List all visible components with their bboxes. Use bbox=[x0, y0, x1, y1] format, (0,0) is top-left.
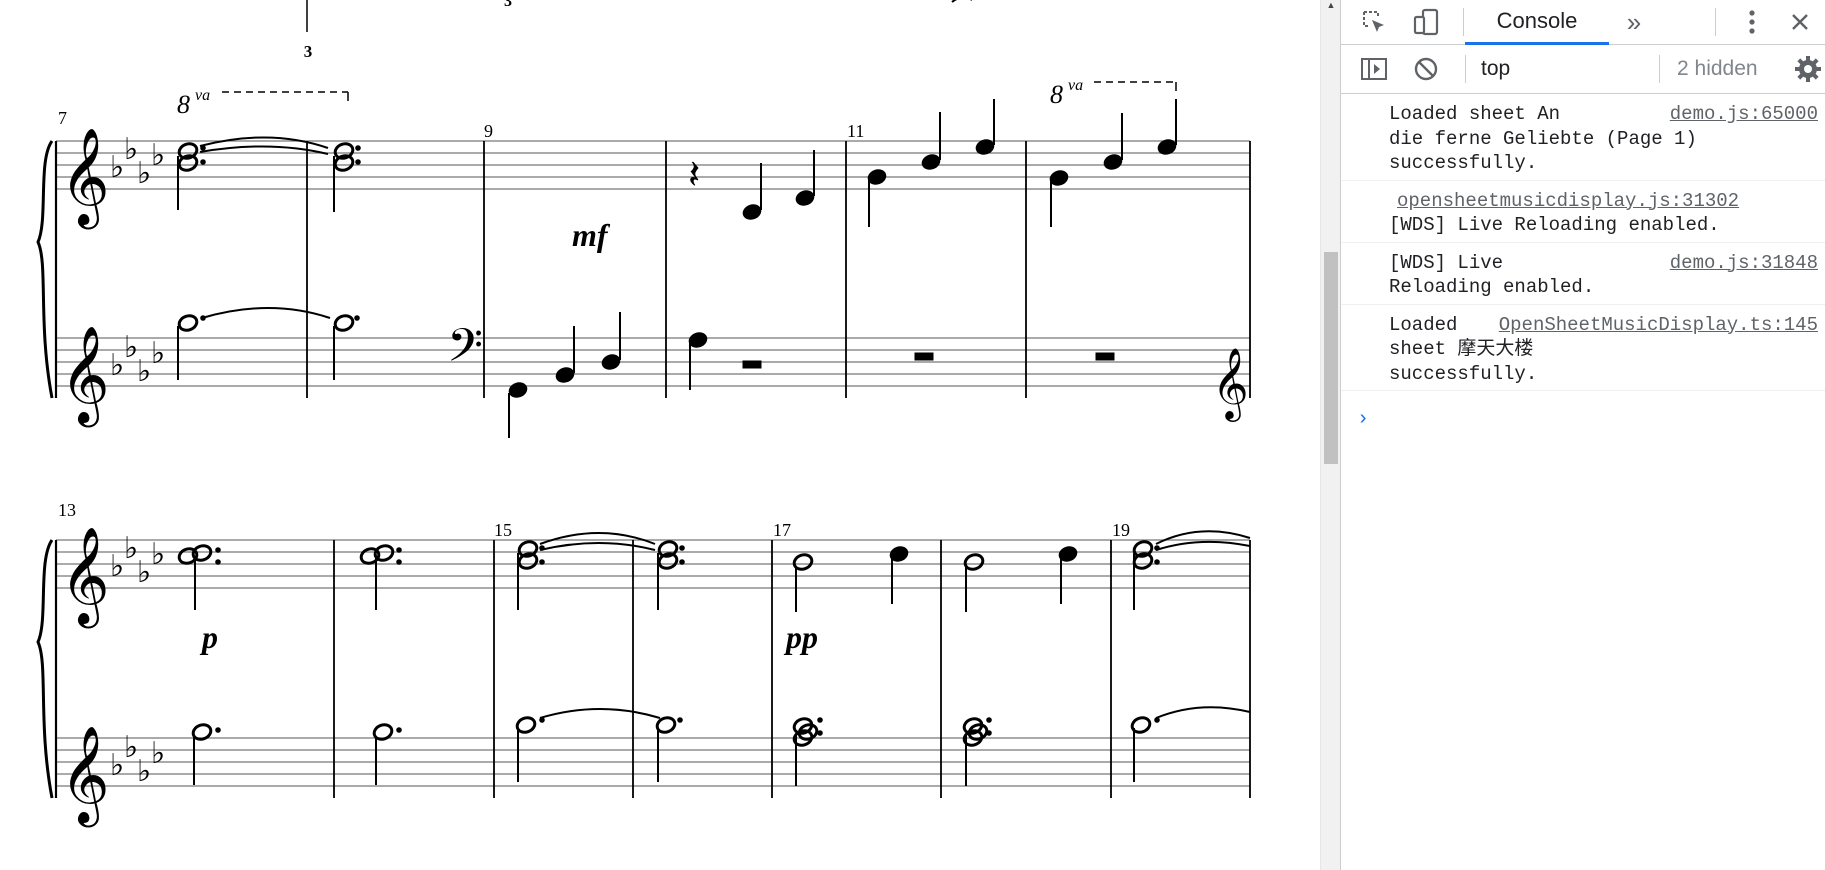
measure-number-13: 13 bbox=[58, 500, 76, 520]
device-toolbar-icon[interactable] bbox=[1409, 0, 1443, 44]
measure-number-17: 17 bbox=[773, 520, 791, 540]
console-toolbar: top 2 hidden bbox=[1341, 45, 1825, 94]
bass-clef-icon: 𝄢 bbox=[447, 321, 483, 383]
system-1-staves bbox=[54, 140, 1251, 398]
system-1-brace bbox=[36, 140, 54, 399]
sheet-music-area: 3 3 7 9 11 𝄞 𝄞 𝄢 𝄞 ♭ ♭ ♭ ♭ ♭ ♭ ♭ ♭ 8 va … bbox=[0, 0, 1320, 870]
system-2-treble-notes bbox=[177, 530, 1251, 612]
treble-clef-icon: 𝄞 bbox=[1212, 348, 1249, 422]
sidebar-toggle-icon[interactable] bbox=[1357, 45, 1391, 93]
message-source-link[interactable]: demo.js:31848 bbox=[1670, 251, 1818, 276]
message-text: Loaded sheet An die ferne Geliebte (Page… bbox=[1389, 103, 1697, 174]
measure-number-19: 19 bbox=[1112, 520, 1130, 540]
hidden-messages-count[interactable]: 2 hidden bbox=[1677, 53, 1793, 85]
previous-system-fragment: 3 3 bbox=[304, 0, 972, 61]
console-message: opensheetmusicdisplay.js:31302 [WDS] Live… bbox=[1341, 181, 1825, 243]
svg-text:♭: ♭ bbox=[151, 538, 165, 571]
svg-text:8: 8 bbox=[177, 90, 190, 119]
kebab-menu-icon[interactable] bbox=[1737, 0, 1767, 44]
toolbar-separator bbox=[1659, 55, 1660, 83]
system-2: 13 15 17 19 𝄞 𝄞 ♭♭♭♭ ♭♭♭♭ p pp bbox=[36, 500, 1251, 827]
page-scrollbar[interactable]: ▲ bbox=[1320, 0, 1341, 870]
svg-text:♭: ♭ bbox=[151, 139, 165, 172]
svg-text:♭: ♭ bbox=[137, 355, 151, 388]
element-picker-icon[interactable] bbox=[1357, 0, 1391, 44]
devtools-panel: Console » top 2 hidden demo.js:65000 Load… bbox=[1340, 0, 1825, 870]
svg-text:♭: ♭ bbox=[110, 151, 124, 184]
console-message: OpenSheetMusicDisplay.ts:145 Loaded sheet… bbox=[1341, 305, 1825, 391]
treble-clef-icon: 𝄞 bbox=[60, 328, 110, 427]
dynamic-marking: mf bbox=[572, 217, 611, 253]
system-1-bass-notes bbox=[177, 307, 1115, 438]
toolbar-separator bbox=[1715, 8, 1716, 36]
console-messages: demo.js:65000 Loaded sheet An die ferne G… bbox=[1341, 94, 1825, 391]
svg-text:8: 8 bbox=[1050, 80, 1063, 109]
toolbar-separator bbox=[1463, 8, 1464, 36]
gear-icon[interactable] bbox=[1793, 45, 1823, 93]
svg-text:♭: ♭ bbox=[137, 755, 151, 788]
svg-text:♭: ♭ bbox=[137, 556, 151, 589]
message-source-link[interactable]: OpenSheetMusicDisplay.ts:145 bbox=[1499, 313, 1818, 338]
close-icon[interactable] bbox=[1783, 0, 1817, 44]
toolbar-separator bbox=[1465, 55, 1466, 83]
console-prompt[interactable]: › bbox=[1357, 408, 1369, 431]
clear-console-icon[interactable] bbox=[1409, 45, 1443, 93]
scroll-up-arrow-icon[interactable]: ▲ bbox=[1325, 0, 1337, 10]
measure-number-11: 11 bbox=[847, 121, 864, 141]
system-2-staves bbox=[54, 539, 1251, 798]
svg-text:♭: ♭ bbox=[110, 749, 124, 782]
dynamic-marking: p bbox=[199, 619, 218, 655]
message-text: [WDS] Live Reloading enabled. bbox=[1389, 214, 1720, 236]
measure-number-9: 9 bbox=[484, 121, 493, 141]
message-source-link[interactable]: opensheetmusicdisplay.js:31302 bbox=[1397, 189, 1818, 214]
svg-text:♭: ♭ bbox=[137, 157, 151, 190]
message-source-link[interactable]: demo.js:65000 bbox=[1670, 102, 1818, 127]
context-selector[interactable]: top bbox=[1481, 53, 1651, 85]
svg-text:va: va bbox=[195, 87, 210, 104]
system-2-brace bbox=[36, 539, 54, 799]
svg-text:♭: ♭ bbox=[110, 550, 124, 583]
tuplet-number: 3 bbox=[304, 42, 313, 61]
console-message: demo.js:31848 [WDS] Live Reloading enable… bbox=[1341, 243, 1825, 305]
message-prefix: L bbox=[1389, 313, 1401, 336]
key-signature: ♭♭♭♭ ♭♭♭♭ bbox=[110, 133, 165, 388]
svg-text:♭: ♭ bbox=[110, 349, 124, 382]
svg-text:♭: ♭ bbox=[151, 337, 165, 370]
measure-number-7: 7 bbox=[58, 108, 67, 128]
treble-clef-icon: 𝄞 bbox=[60, 728, 110, 827]
system-1: 7 9 11 𝄞 𝄞 𝄢 𝄞 ♭♭♭♭ ♭♭♭♭ 8 va 8 va mf 𝄽 bbox=[36, 77, 1251, 438]
treble-clef-icon: 𝄞 bbox=[60, 130, 110, 229]
message-text: [WDS] Live Reloading enabled. bbox=[1389, 251, 1595, 299]
measure-number-15: 15 bbox=[494, 520, 512, 540]
svg-text:♭: ♭ bbox=[151, 737, 165, 770]
tuplet-number-fragment: 3 bbox=[504, 0, 512, 10]
ottava-line-1: 8 va bbox=[177, 87, 349, 119]
devtools-tab-bar: Console » bbox=[1341, 0, 1825, 45]
treble-clef-icon: 𝄞 bbox=[60, 529, 110, 628]
system-1-treble-notes: 𝄽 bbox=[177, 99, 1177, 227]
more-tabs-button[interactable]: » bbox=[1617, 0, 1651, 44]
key-signature: ♭♭♭♭ ♭♭♭♭ bbox=[110, 532, 165, 788]
console-message: demo.js:65000 Loaded sheet An die ferne G… bbox=[1341, 94, 1825, 181]
score-canvas: 3 3 7 9 11 𝄞 𝄞 𝄢 𝄞 ♭♭♭♭ ♭♭♭♭ 8 va 8 va m… bbox=[36, 0, 1251, 827]
dynamic-marking: pp bbox=[783, 619, 818, 655]
scrollbar-thumb[interactable] bbox=[1324, 252, 1338, 464]
ottava-line-2: 8 va bbox=[1050, 77, 1177, 109]
svg-text:va: va bbox=[1068, 77, 1083, 94]
svg-text:𝄽: 𝄽 bbox=[688, 152, 700, 197]
tab-console[interactable]: Console bbox=[1465, 0, 1609, 45]
